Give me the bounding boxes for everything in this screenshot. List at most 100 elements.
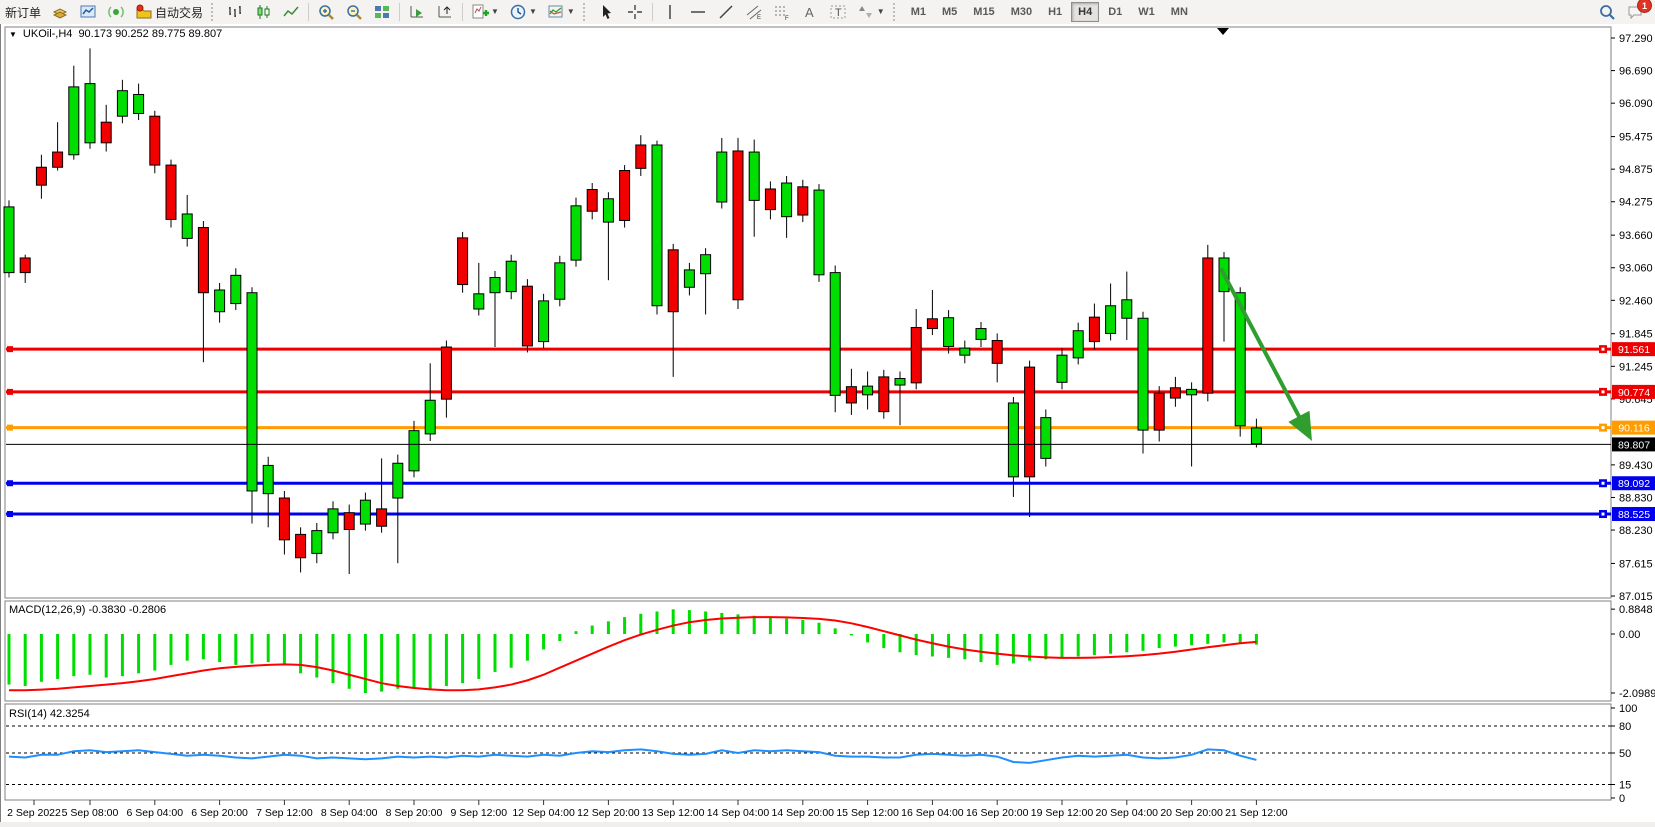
chart-dropdown-icon[interactable]: ▼ — [9, 30, 17, 39]
macd-histogram-bar — [769, 617, 772, 634]
macd-histogram-bar — [186, 634, 189, 661]
rsi-indicator-label: RSI(14) 42.3254 — [9, 708, 90, 720]
trendline-button[interactable] — [713, 1, 739, 23]
macd-histogram-bar — [607, 621, 610, 634]
timeframe-MN[interactable]: MN — [1164, 2, 1195, 22]
candle — [506, 261, 516, 291]
svg-text:T: T — [835, 7, 842, 19]
macd-histogram-bar — [348, 634, 351, 689]
time-axis-label: 20 Sep 04:00 — [1096, 807, 1159, 819]
time-axis-label: 21 Sep 12:00 — [1225, 807, 1288, 819]
candle — [701, 255, 711, 274]
text-button[interactable]: A — [797, 1, 823, 23]
auto-trading-label: 自动交易 — [155, 4, 203, 21]
candle — [1203, 258, 1213, 393]
svg-text:E: E — [757, 15, 761, 21]
candle — [522, 286, 532, 346]
candle — [765, 189, 775, 210]
horizontal-line-button[interactable] — [685, 1, 711, 23]
candle — [749, 152, 759, 200]
tile-windows-button[interactable] — [369, 1, 395, 23]
macd-histogram-bar — [882, 634, 885, 648]
macd-histogram-bar — [234, 634, 237, 665]
bar-chart-button[interactable] — [222, 1, 248, 23]
channel-button[interactable]: E — [741, 1, 767, 23]
candle — [247, 293, 257, 491]
candle — [263, 465, 273, 493]
time-axis-label: 12 Sep 20:00 — [577, 807, 640, 819]
indicators-button[interactable]: ▼ — [467, 1, 503, 23]
toolbar-separator — [399, 3, 400, 21]
candle — [684, 270, 694, 287]
crosshair-button[interactable] — [622, 1, 648, 23]
candle — [992, 341, 1002, 364]
macd-histogram-bar — [396, 634, 399, 689]
periods-button[interactable]: ▼ — [505, 1, 541, 23]
candle — [328, 509, 338, 533]
timeframe-H1[interactable]: H1 — [1041, 2, 1069, 22]
chevron-down-icon: ▼ — [491, 8, 499, 16]
timeframe-M30[interactable]: M30 — [1004, 2, 1039, 22]
candle — [1154, 393, 1164, 430]
candle — [377, 509, 387, 526]
fibonacci-button[interactable]: F — [769, 1, 795, 23]
line-chart-button[interactable] — [278, 1, 304, 23]
price-tick-label: 89.430 — [1619, 460, 1653, 472]
text-label-button[interactable]: T — [825, 1, 851, 23]
auto-scroll-button[interactable] — [404, 1, 430, 23]
cursor-button[interactable] — [594, 1, 620, 23]
shapes-button[interactable]: ▼ — [853, 1, 889, 23]
signal-icon[interactable] — [103, 1, 129, 23]
time-axis-label: 6 Sep 20:00 — [191, 807, 248, 819]
candle — [441, 347, 451, 399]
candle — [944, 318, 954, 347]
zoom-out-button[interactable] — [341, 1, 367, 23]
chart-symbol-period: UKOil-,H4 — [23, 28, 73, 40]
chart-shift-button[interactable] — [432, 1, 458, 23]
svg-text:A: A — [805, 5, 814, 20]
terminal-icon[interactable] — [75, 1, 101, 23]
candlestick-chart-button[interactable] — [250, 1, 276, 23]
zoom-in-button[interactable] — [313, 1, 339, 23]
candle — [4, 207, 14, 273]
macd-histogram-bar — [24, 634, 27, 686]
search-button[interactable] — [1594, 1, 1620, 23]
macd-histogram-bar — [251, 634, 254, 664]
candle — [1041, 418, 1051, 459]
macd-histogram-bar — [704, 612, 707, 634]
timeframe-H4[interactable]: H4 — [1071, 2, 1099, 22]
candle — [117, 91, 127, 117]
timeframe-M1[interactable]: M1 — [904, 2, 933, 22]
price-tick-label: 96.690 — [1619, 66, 1653, 78]
candle — [425, 400, 435, 434]
chart-ohlc-values: 90.173 90.252 89.775 89.807 — [78, 28, 222, 40]
macd-histogram-bar — [1255, 634, 1258, 645]
timeframe-M15[interactable]: M15 — [966, 2, 1001, 22]
candle — [1122, 300, 1132, 318]
timeframe-M5[interactable]: M5 — [935, 2, 964, 22]
candle — [1106, 306, 1116, 334]
candle — [927, 319, 937, 329]
line-left-handle — [7, 346, 13, 352]
vertical-line-button[interactable] — [657, 1, 683, 23]
macd-axis-label: 0.8848 — [1619, 604, 1653, 616]
macd-histogram-bar — [153, 634, 156, 671]
svg-text:89.092: 89.092 — [1618, 478, 1650, 490]
notifications-button[interactable]: 1 — [1622, 1, 1648, 23]
macd-histogram-bar — [639, 614, 642, 634]
candle — [36, 167, 46, 185]
templates-button[interactable]: ▼ — [543, 1, 579, 23]
chart-canvas[interactable]: 97.29096.69096.09095.47594.87594.27593.6… — [1, 24, 1655, 822]
candle — [539, 301, 549, 342]
candle — [830, 273, 840, 396]
timeframe-D1[interactable]: D1 — [1101, 2, 1129, 22]
line-left-handle — [7, 480, 13, 486]
gold-stack-icon[interactable] — [47, 1, 73, 23]
timeframe-W1[interactable]: W1 — [1131, 2, 1162, 22]
macd-axis-label: 0.00 — [1619, 629, 1640, 641]
candle — [198, 228, 208, 293]
price-tick-label: 87.615 — [1619, 558, 1653, 570]
auto-trading-toggle[interactable]: 自动交易 — [131, 1, 207, 23]
time-axis-label: 8 Sep 20:00 — [386, 807, 443, 819]
new-order-button[interactable]: 新订单 — [1, 1, 45, 23]
